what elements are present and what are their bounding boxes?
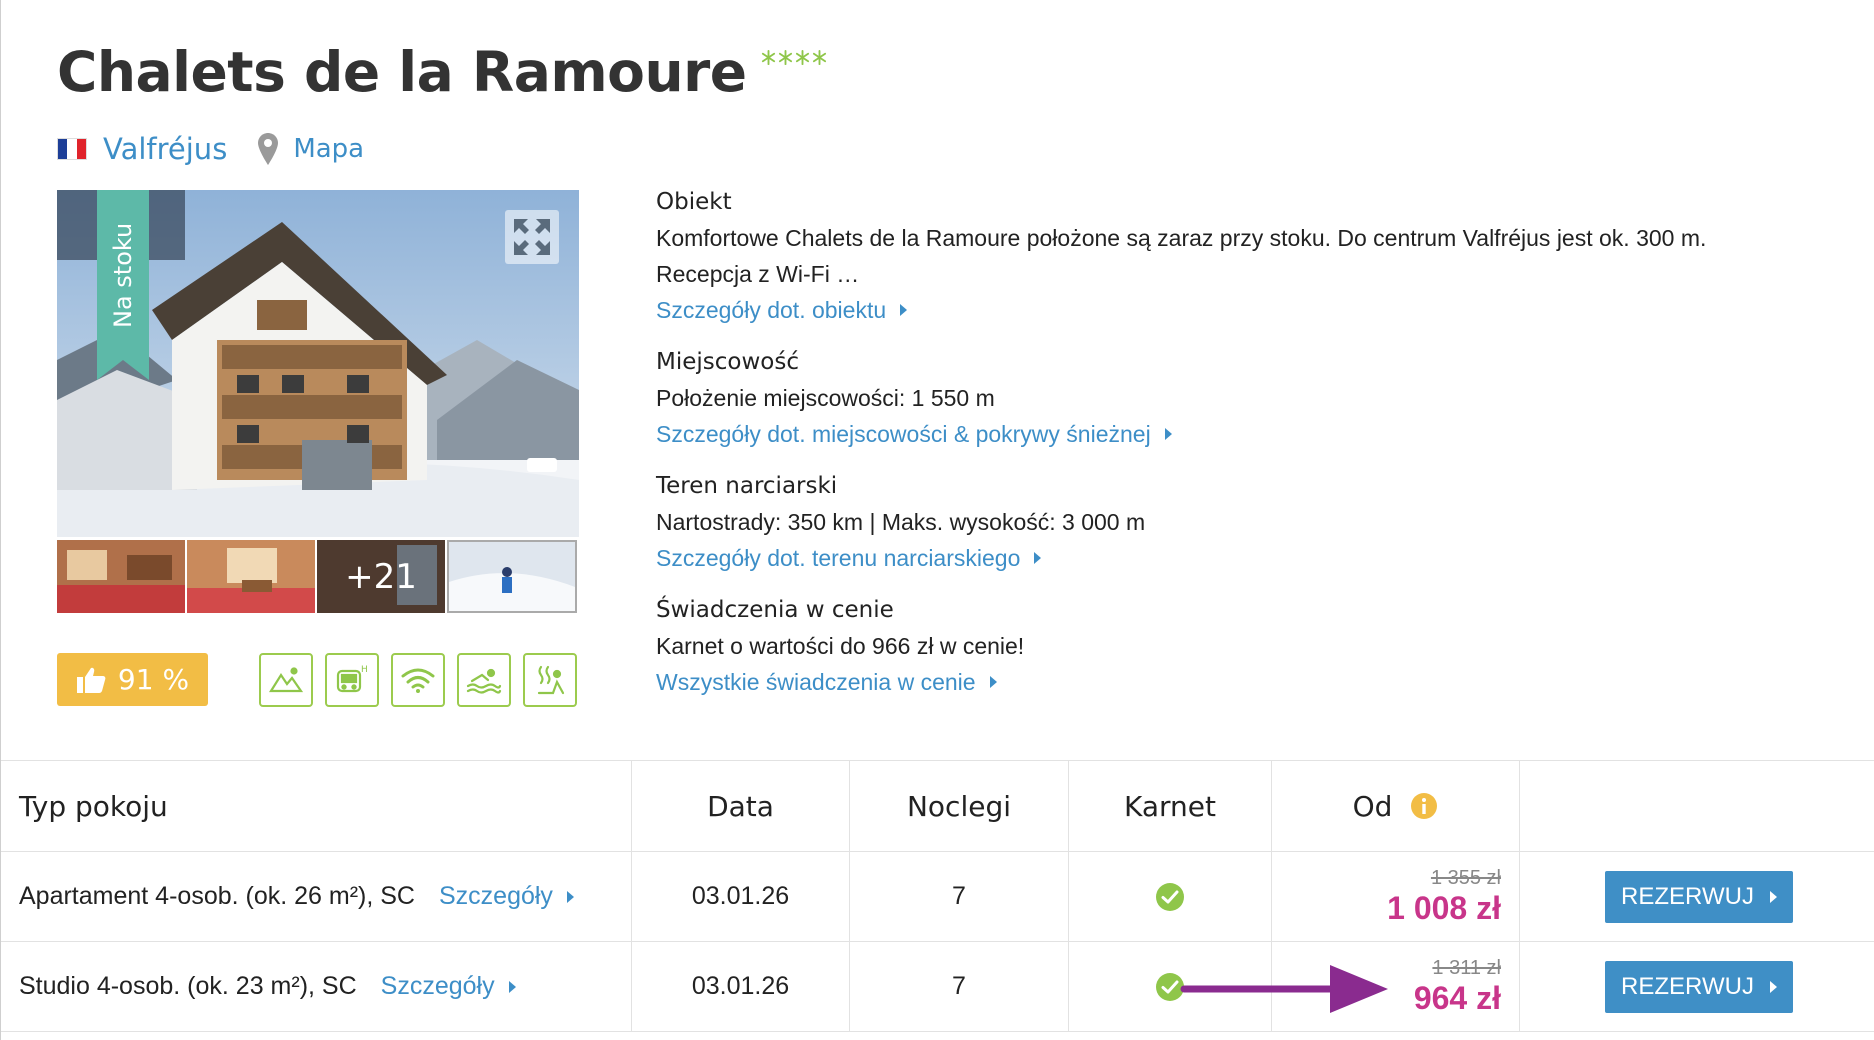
book-button[interactable]: REZERWUJ <box>1605 870 1793 923</box>
rating-value: 91 % <box>117 663 190 696</box>
map-link[interactable]: Mapa <box>293 134 364 164</box>
thumbnail-dining-room[interactable] <box>187 540 315 613</box>
thumbnail-skier[interactable] <box>447 540 577 613</box>
section-object-title: Obiekt <box>656 189 732 215</box>
sauna-icon[interactable] <box>523 653 577 707</box>
photo-thumbnails: +21 <box>57 540 577 613</box>
price-cell: 1 355 zł 1 008 zł <box>1272 852 1520 941</box>
snowflake-star-icon <box>795 50 809 65</box>
snowflake-star-icon <box>761 50 775 65</box>
current-price: 1 008 zł <box>1387 889 1501 926</box>
header-action <box>1520 761 1874 851</box>
room-cell: Studio 4-osob. (ok. 23 m²), SC Szczegóły <box>1 942 632 1031</box>
header-room-type: Typ pokoju <box>1 761 632 851</box>
room-details-link[interactable]: Szczegóły <box>439 882 574 911</box>
room-details-link[interactable]: Szczegóły <box>381 972 516 1001</box>
svg-text:H: H <box>361 665 368 675</box>
date-cell: 03.01.26 <box>632 942 850 1031</box>
nights-cell: 7 <box>850 942 1069 1031</box>
location-row: Valfréjus Mapa <box>57 132 364 166</box>
swimming-pool-icon[interactable] <box>457 653 511 707</box>
room-name: Studio 4-osob. (ok. 23 m²), SC <box>19 972 357 1000</box>
amenities-list: H <box>259 653 577 707</box>
caret-right-icon <box>1769 980 1777 993</box>
header-date: Data <box>632 761 850 851</box>
ski-pass-cell <box>1069 852 1272 941</box>
room-offers-table: Typ pokoju Data Noclegi Karnet Od Aparta… <box>1 760 1874 1032</box>
book-button[interactable]: REZERWUJ <box>1605 960 1793 1013</box>
old-price: 1 355 zł <box>1430 866 1501 889</box>
thumbnail-more-photos[interactable]: +21 <box>317 540 445 613</box>
description-panel: Obiekt Komfortowe Chalets de la Ramoure … <box>656 184 1836 716</box>
mountain-view-icon[interactable] <box>259 653 313 707</box>
fullscreen-expand-icon[interactable] <box>505 210 559 264</box>
section-ski-area: Teren narciarski Nartostrady: 350 km | M… <box>656 468 1836 576</box>
ski-area-details-link-label: Szczegóły dot. terenu narciarskiego <box>656 545 1021 571</box>
included-details-link-label: Wszystkie świadczenia w cenie <box>656 669 976 695</box>
star-rating <box>761 50 827 65</box>
guest-rating-badge: 91 % <box>57 653 208 706</box>
section-object: Obiekt Komfortowe Chalets de la Ramoure … <box>656 184 1836 328</box>
info-icon[interactable] <box>1410 792 1438 820</box>
header-nights: Noclegi <box>850 761 1069 851</box>
thumbs-up-icon <box>76 667 106 693</box>
section-included-text: Karnet o wartości do 966 zł w cenie! <box>656 633 1025 659</box>
caret-right-icon <box>1034 552 1042 564</box>
room-details-link-label: Szczegóły <box>380 972 495 1000</box>
caret-right-icon <box>900 304 908 316</box>
resort-details-link[interactable]: Szczegóły dot. miejscowości & pokrywy śn… <box>656 416 1172 452</box>
thumbnail-living-room[interactable] <box>57 540 185 613</box>
resort-details-link-label: Szczegóły dot. miejscowości & pokrywy śn… <box>656 421 1151 447</box>
date-cell: 03.01.26 <box>632 852 850 941</box>
section-included: Świadczenia w cenie Karnet o wartości do… <box>656 592 1836 700</box>
location-link[interactable]: Valfréjus <box>103 132 227 166</box>
section-object-text-2: Recepcja z Wi-Fi … <box>656 261 860 287</box>
room-cell: Apartament 4-osob. (ok. 26 m²), SC Szcze… <box>1 852 632 941</box>
hotel-header: Chalets de la Ramoure <box>57 38 827 106</box>
on-slope-label: Na stoku <box>109 222 137 328</box>
map-pin-icon[interactable] <box>257 132 279 166</box>
book-button-label: REZERWUJ <box>1621 972 1754 1000</box>
hotel-name: Chalets de la Ramoure <box>57 40 747 104</box>
book-button-label: REZERWUJ <box>1621 882 1754 910</box>
room-details-link-label: Szczegóły <box>438 882 553 910</box>
header-price-from: Od <box>1272 761 1520 851</box>
more-photos-count: +21 <box>317 540 445 613</box>
caret-right-icon <box>508 980 516 993</box>
check-circle-icon <box>1156 882 1184 911</box>
section-ski-area-title: Teren narciarski <box>656 473 838 499</box>
snowflake-star-icon <box>778 50 792 65</box>
object-details-link-label: Szczegóły dot. obiektu <box>656 297 887 323</box>
table-row: Apartament 4-osob. (ok. 26 m²), SC Szcze… <box>1 852 1874 942</box>
wifi-icon[interactable] <box>391 653 445 707</box>
section-resort-title: Miejscowość <box>656 349 799 375</box>
section-object-text-1: Komfortowe Chalets de la Ramoure położon… <box>656 225 1707 251</box>
section-resort-text: Położenie miejscowości: 1 550 m <box>656 385 995 411</box>
caret-right-icon <box>1769 890 1777 903</box>
included-details-link[interactable]: Wszystkie świadczenia w cenie <box>656 664 997 700</box>
main-photo[interactable]: Na stoku <box>57 190 579 537</box>
annotation-arrow-icon <box>1180 965 1388 1013</box>
header-price-from-label: Od <box>1352 789 1393 823</box>
nights-cell: 7 <box>850 852 1069 941</box>
table-row: Studio 4-osob. (ok. 23 m²), SC Szczegóły… <box>1 942 1874 1032</box>
caret-right-icon <box>989 676 997 688</box>
france-flag-icon <box>57 138 87 160</box>
section-ski-area-text: Nartostrady: 350 km | Maks. wysokość: 3 … <box>656 509 1146 535</box>
section-resort: Miejscowość Położenie miejscowości: 1 55… <box>656 344 1836 452</box>
action-cell: REZERWUJ <box>1520 942 1874 1031</box>
caret-right-icon <box>566 890 574 903</box>
table-header: Typ pokoju Data Noclegi Karnet Od <box>1 761 1874 852</box>
action-cell: REZERWUJ <box>1520 852 1874 941</box>
room-name: Apartament 4-osob. (ok. 26 m²), SC <box>19 882 415 910</box>
current-price: 964 zł <box>1413 979 1501 1016</box>
ski-area-details-link[interactable]: Szczegóły dot. terenu narciarskiego <box>656 540 1042 576</box>
header-ski-pass: Karnet <box>1069 761 1272 851</box>
old-price: 1 311 zł <box>1432 956 1501 979</box>
shuttle-bus-icon[interactable]: H <box>325 653 379 707</box>
snowflake-star-icon <box>812 50 826 65</box>
caret-right-icon <box>1164 428 1172 440</box>
section-included-title: Świadczenia w cenie <box>656 597 894 623</box>
object-details-link[interactable]: Szczegóły dot. obiektu <box>656 292 908 328</box>
